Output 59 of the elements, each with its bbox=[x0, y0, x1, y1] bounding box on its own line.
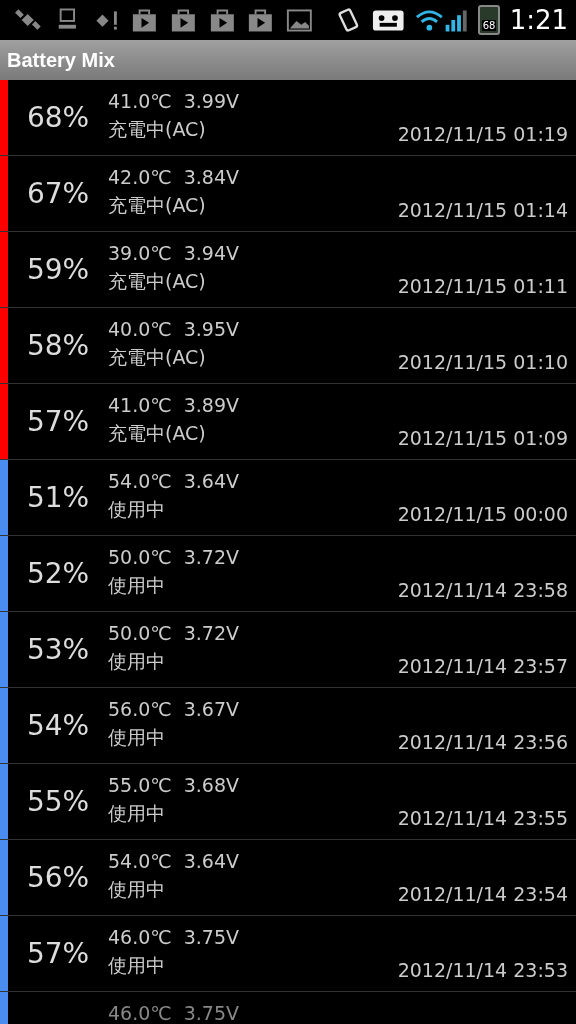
timestamp: 2012/11/14 23:58 bbox=[397, 579, 568, 601]
temperature-voltage: 50.0℃ 3.72V bbox=[108, 621, 241, 646]
battery-percent: 55% bbox=[26, 785, 90, 818]
store-bag-icon bbox=[246, 7, 275, 33]
app-title: Battery Mix bbox=[7, 48, 115, 72]
temperature-voltage: 42.0℃ 3.84V bbox=[108, 165, 241, 190]
temperature-voltage: 39.0℃ 3.94V bbox=[108, 241, 241, 266]
voicemail-icon bbox=[372, 7, 405, 33]
battery-percent: 68% bbox=[26, 101, 90, 134]
temperature-voltage: 41.0℃ 3.99V bbox=[108, 89, 241, 114]
image-icon bbox=[284, 7, 314, 33]
charge-status: 使用中 bbox=[108, 877, 166, 902]
history-row[interactable]: 46.0℃ 3.75V bbox=[0, 992, 576, 1024]
timestamp: 2012/11/15 00:00 bbox=[397, 503, 568, 525]
timestamp: 2012/11/14 23:56 bbox=[397, 731, 568, 753]
temperature-voltage: 56.0℃ 3.67V bbox=[108, 697, 241, 722]
battery-percent: 51% bbox=[26, 481, 90, 514]
charge-status: 使用中 bbox=[108, 573, 166, 598]
timestamp: 2012/11/15 01:14 bbox=[397, 199, 568, 221]
temperature-voltage: 50.0℃ 3.72V bbox=[108, 545, 241, 570]
charge-status: 使用中 bbox=[108, 649, 166, 674]
satellite-icon bbox=[14, 7, 43, 33]
timestamp: 2012/11/15 01:11 bbox=[397, 275, 568, 297]
temperature-voltage: 46.0℃ 3.75V bbox=[108, 1001, 241, 1024]
charge-status: 使用中 bbox=[108, 801, 166, 826]
charge-status: 充電中(AC) bbox=[108, 193, 207, 218]
charge-status: 充電中(AC) bbox=[108, 421, 207, 446]
battery-level: 68 bbox=[481, 20, 497, 31]
battery-percent: 56% bbox=[26, 861, 90, 894]
clock: 1:21 bbox=[509, 5, 569, 35]
charge-status: 使用中 bbox=[108, 725, 166, 750]
temperature-voltage: 55.0℃ 3.68V bbox=[108, 773, 241, 798]
temperature-voltage: 41.0℃ 3.89V bbox=[108, 393, 241, 418]
temperature-voltage: 54.0℃ 3.64V bbox=[108, 469, 241, 494]
wifi-signal-icon bbox=[414, 7, 469, 33]
store-bag-icon bbox=[130, 7, 159, 33]
battery-percent: 59% bbox=[26, 253, 90, 286]
battery-percent: 53% bbox=[26, 633, 90, 666]
battery-percent: 57% bbox=[26, 405, 90, 438]
timestamp: 2012/11/15 01:09 bbox=[397, 427, 568, 449]
temperature-voltage: 40.0℃ 3.95V bbox=[108, 317, 241, 342]
battery-percent: 67% bbox=[26, 177, 90, 210]
timestamp: 2012/11/14 23:55 bbox=[397, 807, 568, 829]
battery-percent: 57% bbox=[26, 937, 90, 970]
charge-status: 充電中(AC) bbox=[108, 269, 207, 294]
battery-percent: 52% bbox=[26, 557, 90, 590]
timestamp: 2012/11/15 01:10 bbox=[397, 351, 568, 373]
charge-status: 充電中(AC) bbox=[108, 117, 207, 142]
battery-percent: 58% bbox=[26, 329, 90, 362]
temperature-voltage: 46.0℃ 3.75V bbox=[108, 925, 241, 950]
timestamp: 2012/11/14 23:57 bbox=[397, 655, 568, 677]
battery-percent: 54% bbox=[26, 709, 90, 742]
charge-status: 使用中 bbox=[108, 953, 166, 978]
timestamp: 2012/11/14 23:54 bbox=[397, 883, 568, 905]
charge-status: 使用中 bbox=[108, 497, 166, 522]
timestamp: 2012/11/15 01:19 bbox=[397, 123, 568, 145]
temperature-voltage: 54.0℃ 3.64V bbox=[108, 849, 241, 874]
timestamp: 2012/11/14 23:53 bbox=[397, 959, 568, 981]
charge-status: 充電中(AC) bbox=[108, 345, 207, 370]
